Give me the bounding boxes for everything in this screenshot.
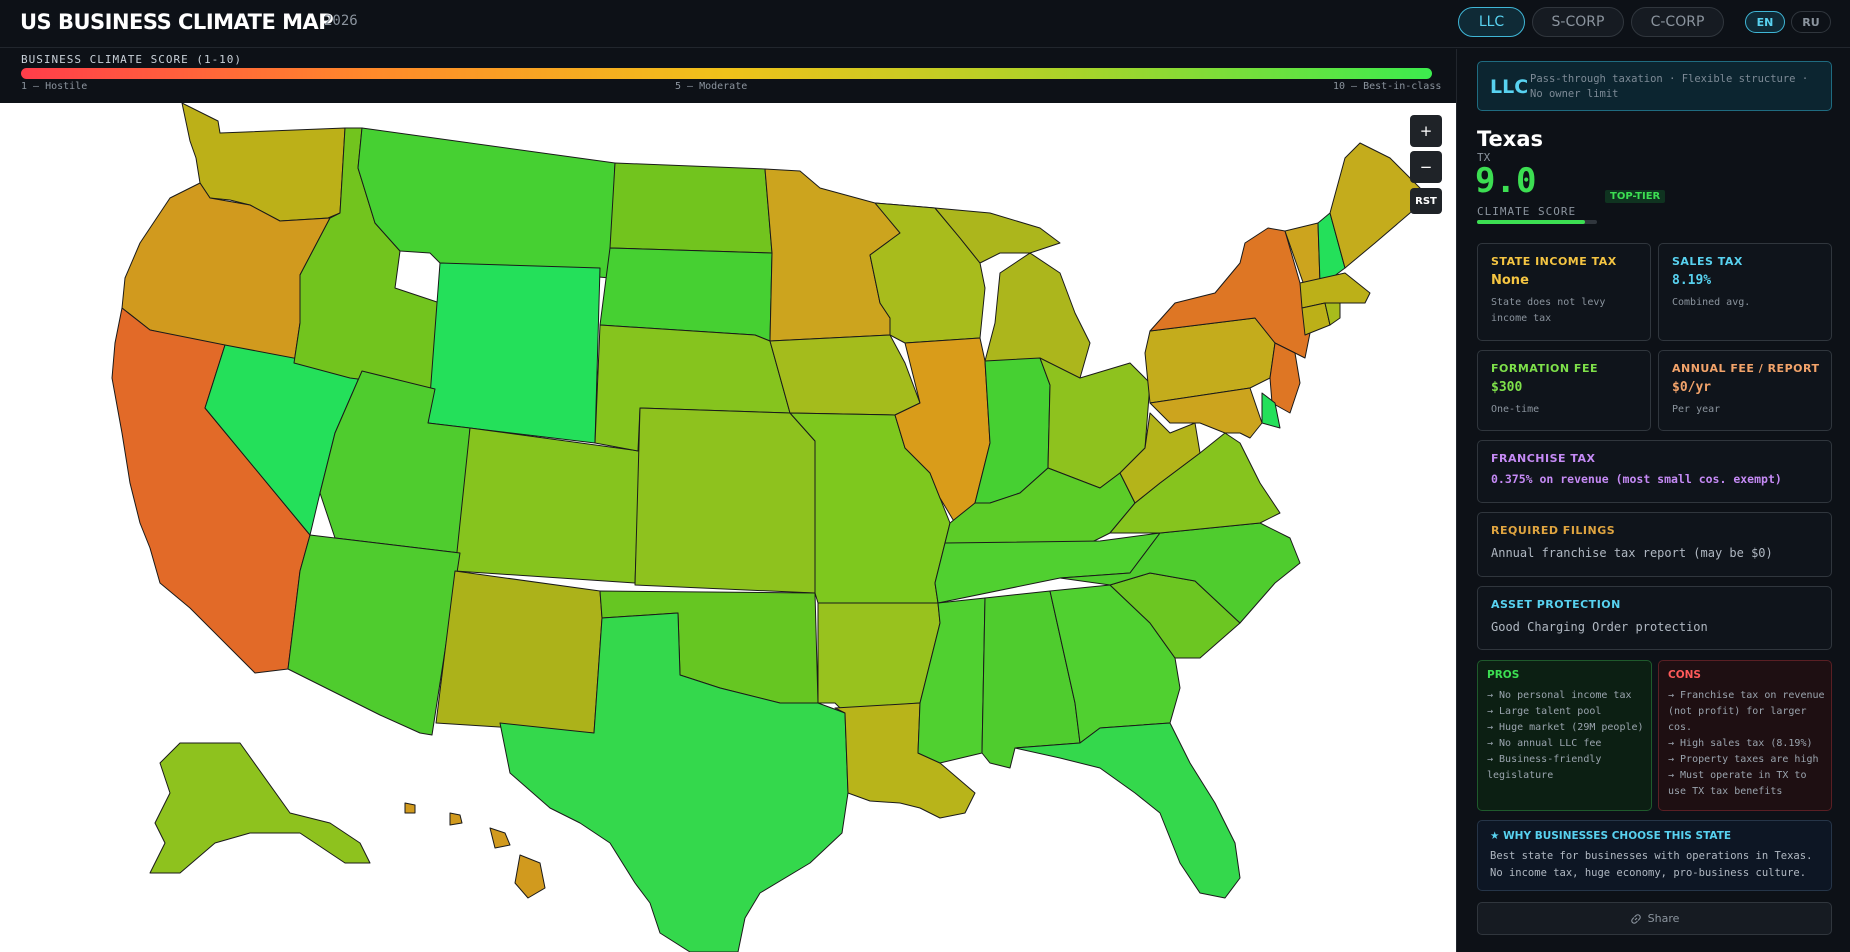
required-filings-card: REQUIRED FILINGS Annual franchise tax re…	[1477, 512, 1832, 577]
lang-ru-button[interactable]: RU	[1791, 11, 1831, 33]
climate-score: 9.0	[1475, 161, 1537, 201]
score-legend: BUSINESS CLIMATE SCORE (1-10) 1 — Hostil…	[0, 49, 1456, 103]
zoom-out-button[interactable]: −	[1410, 151, 1442, 183]
annual-fee-card: ANNUAL FEE / REPORT $0/yr Per year	[1658, 350, 1832, 431]
lang-en-button[interactable]: EN	[1745, 11, 1785, 33]
list-item: → Franchise tax on revenue (not profit) …	[1668, 690, 1825, 733]
list-item: → No personal income tax	[1487, 690, 1632, 701]
entity-description: Pass-through taxation · Flexible structu…	[1530, 73, 1809, 100]
list-item: → Huge market (29M people)	[1487, 722, 1644, 733]
reset-zoom-button[interactable]: RST	[1410, 188, 1442, 214]
state-nm[interactable]	[435, 570, 603, 734]
state-co[interactable]	[454, 427, 641, 584]
annual-fee-value: $0/yr	[1672, 380, 1712, 395]
annual-fee-sub: Per year	[1672, 404, 1721, 415]
score-legend-title: BUSINESS CLIMATE SCORE (1-10)	[21, 53, 243, 66]
app-title: US BUSINESS CLIMATE MAP	[20, 10, 334, 34]
state-hi-2[interactable]	[489, 827, 511, 849]
income-tax-card: STATE INCOME TAX None State does not lev…	[1477, 243, 1651, 341]
why-choose-card: ★ WHY BUSINESSES CHOOSE THIS STATE Best …	[1477, 820, 1832, 891]
formation-fee-value: $300	[1491, 380, 1523, 395]
formation-fee-sub: One-time	[1491, 404, 1540, 415]
cons-list: → Franchise tax on revenue (not profit) …	[1668, 688, 1828, 800]
entity-code: LLC	[1490, 76, 1529, 98]
asset-protection-value: Good Charging Order protection	[1491, 620, 1708, 634]
why-choose-title: ★ WHY BUSINESSES CHOOSE THIS STATE	[1490, 830, 1732, 842]
pros-list: → No personal income tax → Large talent …	[1487, 688, 1647, 784]
required-filings-value: Annual franchise tax report (may be $0)	[1491, 546, 1773, 560]
asset-protection-card: ASSET PROTECTION Good Charging Order pro…	[1477, 586, 1832, 650]
pros-title: PROS	[1487, 669, 1520, 681]
sales-tax-sub: Combined avg.	[1672, 297, 1751, 308]
income-tax-label: STATE INCOME TAX	[1491, 255, 1617, 268]
score-progress-fill	[1477, 220, 1585, 224]
state-nd[interactable]	[609, 162, 773, 254]
sales-tax-value: 8.19%	[1672, 273, 1712, 288]
franchise-tax-label: FRANCHISE TAX	[1491, 452, 1596, 465]
score-gradient-bar	[21, 68, 1432, 79]
zoom-in-button[interactable]: +	[1410, 115, 1442, 147]
app-header: US BUSINESS CLIMATE MAP 2026 LLC S-CORP …	[0, 0, 1850, 48]
pros-card: PROS → No personal income tax → Large ta…	[1477, 660, 1652, 811]
state-hi-4[interactable]	[404, 802, 416, 814]
required-filings-label: REQUIRED FILINGS	[1491, 524, 1616, 537]
state-ks[interactable]	[634, 407, 816, 594]
language-switcher: EN RU	[1745, 11, 1831, 33]
state-details-panel: LLC Pass-through taxation · Flexible str…	[1456, 49, 1850, 952]
asset-protection-label: ASSET PROTECTION	[1491, 598, 1621, 611]
franchise-tax-card: FRANCHISE TAX 0.375% on revenue (most sm…	[1477, 440, 1832, 503]
tab-s-corp[interactable]: S-CORP	[1532, 7, 1624, 37]
climate-score-label: CLIMATE SCORE	[1477, 205, 1577, 218]
score-progress-track	[1477, 220, 1597, 224]
tab-c-corp[interactable]: C-CORP	[1631, 7, 1724, 37]
income-tax-sub: State does not levy income tax	[1491, 297, 1606, 324]
state-hi-3[interactable]	[449, 812, 463, 826]
score-min-label: 1 — Hostile	[21, 81, 88, 92]
sales-tax-label: SALES TAX	[1672, 255, 1743, 268]
list-item: → Large talent pool	[1487, 706, 1602, 717]
cons-title: CONS	[1668, 669, 1701, 681]
list-item: → No annual LLC fee	[1487, 738, 1602, 749]
state-hi[interactable]	[514, 854, 546, 899]
score-mid-label: 5 — Moderate	[675, 81, 748, 92]
link-icon	[1630, 913, 1641, 924]
tier-badge: TOP-TIER	[1605, 190, 1666, 203]
entity-type-tabs: LLC S-CORP C-CORP	[1458, 7, 1724, 37]
tab-llc[interactable]: LLC	[1458, 7, 1525, 37]
formation-fee-label: FORMATION FEE	[1491, 362, 1598, 375]
state-ak[interactable]	[149, 742, 371, 874]
income-tax-value: None	[1491, 273, 1529, 288]
share-button[interactable]: Share	[1477, 902, 1832, 935]
app-year: 2026	[324, 13, 358, 29]
state-fl[interactable]	[1014, 722, 1241, 899]
sales-tax-card: SALES TAX 8.19% Combined avg.	[1658, 243, 1832, 341]
state-ia[interactable]	[769, 334, 921, 416]
list-item: → Must operate in TX to use TX tax benef…	[1668, 770, 1807, 797]
share-label: Share	[1647, 912, 1680, 925]
franchise-tax-value: 0.375% on revenue (most small cos. exemp…	[1491, 472, 1782, 486]
cons-card: CONS → Franchise tax on revenue (not pro…	[1658, 660, 1832, 811]
state-pa[interactable]	[1144, 317, 1276, 404]
us-map-svg[interactable]	[0, 103, 1456, 952]
score-max-label: 10 — Best-in-class	[1333, 81, 1442, 92]
list-item: → Property taxes are high	[1668, 754, 1819, 765]
why-choose-text: Best state for businesses with operation…	[1490, 850, 1813, 879]
state-wy[interactable]	[427, 262, 601, 444]
annual-fee-label: ANNUAL FEE / REPORT	[1672, 362, 1820, 375]
state-az[interactable]	[287, 534, 461, 736]
list-item: → High sales tax (8.19%)	[1668, 738, 1813, 749]
list-item: → Business-friendly legislature	[1487, 754, 1602, 781]
us-map[interactable]: + − RST	[0, 103, 1456, 952]
entity-info-card: LLC Pass-through taxation · Flexible str…	[1477, 61, 1832, 111]
formation-fee-card: FORMATION FEE $300 One-time	[1477, 350, 1651, 431]
state-name: Texas	[1477, 127, 1543, 151]
